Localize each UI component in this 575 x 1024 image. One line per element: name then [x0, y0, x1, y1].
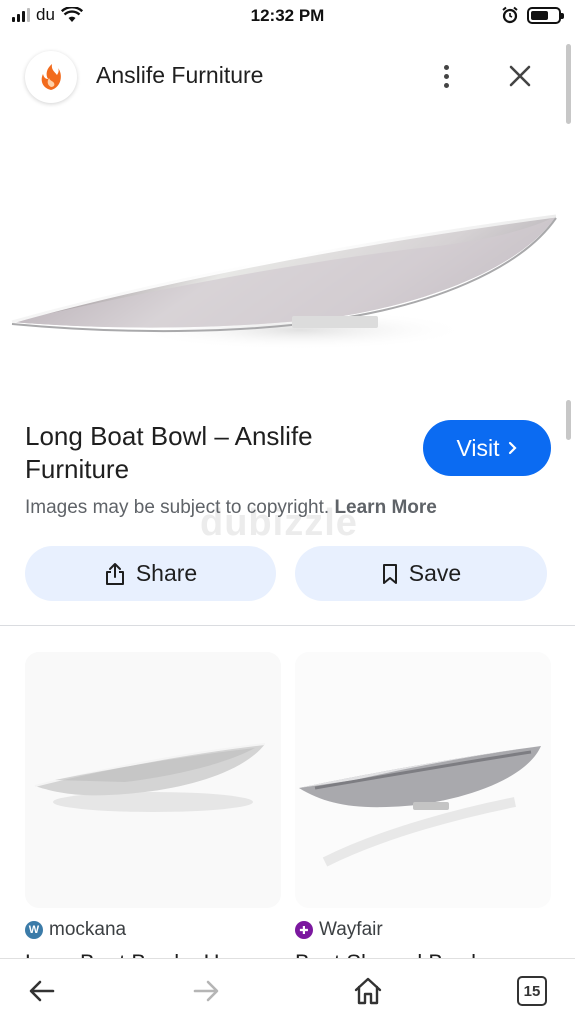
learn-more-link[interactable]: Learn More: [334, 497, 436, 518]
copyright-text: Images may be subject to copyright.: [25, 497, 330, 518]
clock: 12:32 PM: [250, 6, 325, 25]
battery-icon: [527, 6, 564, 24]
result-header: Anslife Furniture: [0, 48, 575, 108]
more-vertical-icon: [443, 64, 449, 70]
visit-label: Visit: [456, 434, 500, 461]
related-image-card[interactable]: [25, 652, 281, 908]
site-logo[interactable]: [25, 51, 77, 103]
source-label[interactable]: ✚ Wayfair: [295, 919, 383, 941]
share-label: Share: [135, 560, 198, 586]
alarm-icon: [502, 6, 518, 24]
back-button[interactable]: [24, 973, 60, 1009]
forward-button[interactable]: [188, 973, 224, 1009]
related-bowl-image: [295, 652, 551, 908]
source-name: Wayfair: [319, 919, 383, 940]
scrollbar-thumb[interactable]: [566, 44, 571, 124]
flame-logo-icon: [41, 64, 61, 90]
source-label[interactable]: W mockana: [25, 919, 126, 941]
close-button[interactable]: [504, 60, 536, 92]
status-bar: du 12:32 PM: [0, 0, 575, 34]
home-icon: [354, 977, 382, 1005]
product-image[interactable]: [0, 130, 575, 390]
scrollbar-thumb[interactable]: [566, 400, 571, 440]
tabs-button[interactable]: 15: [514, 973, 550, 1009]
close-icon: [509, 65, 531, 87]
copyright-notice: Images may be subject to copyright. Lear…: [25, 497, 437, 519]
forward-arrow-icon: [193, 980, 219, 1002]
tabs-icon: 15: [517, 976, 547, 1006]
related-image-card[interactable]: [295, 652, 551, 908]
share-button[interactable]: Share: [25, 546, 276, 601]
result-title[interactable]: Long Boat Bowl – Anslife Furniture: [25, 420, 405, 486]
back-arrow-icon: [29, 980, 55, 1002]
wordpress-icon: W: [25, 921, 43, 939]
home-button[interactable]: [350, 973, 386, 1009]
chevron-right-icon: [508, 441, 517, 455]
source-name: mockana: [49, 919, 127, 940]
share-icon: [105, 562, 124, 585]
wayfair-icon: ✚: [295, 921, 313, 939]
more-options-button[interactable]: [432, 60, 460, 92]
save-button[interactable]: Save: [295, 546, 547, 601]
boat-bowl-image: [11, 214, 557, 350]
visit-button[interactable]: Visit: [423, 420, 551, 476]
bottom-navigation: 15: [0, 958, 575, 1024]
save-label: Save: [408, 560, 462, 586]
bookmark-icon: [382, 563, 397, 584]
divider: [0, 625, 575, 626]
site-name[interactable]: Anslife Furniture: [96, 62, 263, 89]
related-bowl-image: [25, 652, 281, 908]
